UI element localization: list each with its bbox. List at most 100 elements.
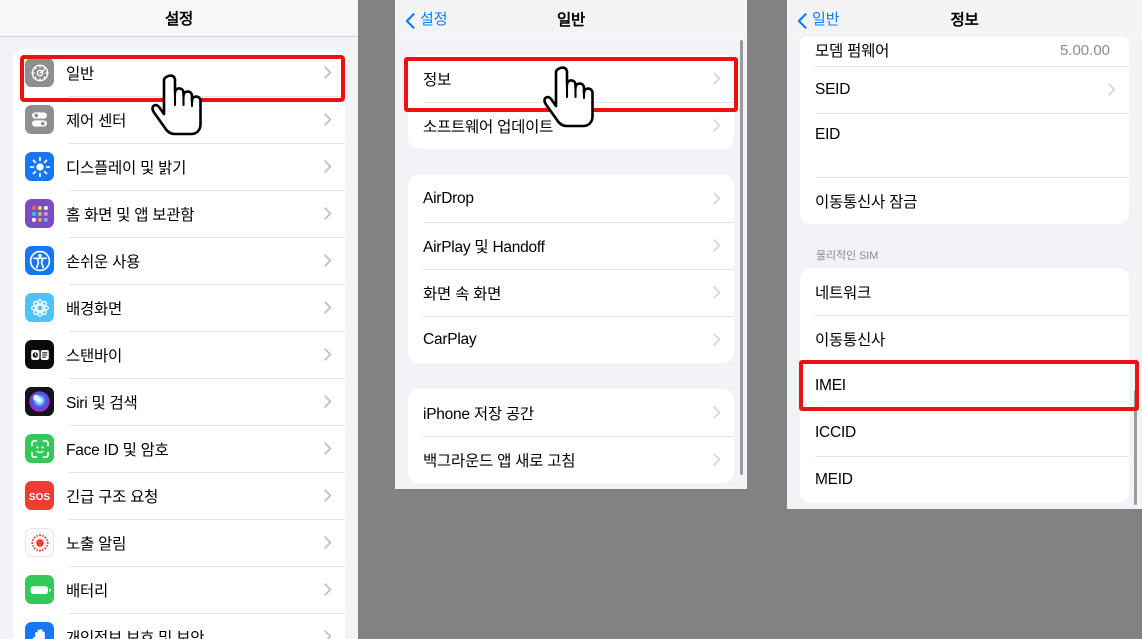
- back-button-general[interactable]: 일반: [797, 8, 840, 29]
- chevron-left-icon: [405, 13, 416, 29]
- about-panel: 모뎀 펌웨어 5.00.00 SEID EID 이동통신사 잠금 물리적인 SI: [787, 0, 1142, 509]
- list-item-airdrop[interactable]: AirDrop: [408, 175, 734, 222]
- list-item-iccid[interactable]: ICCID: [800, 409, 1129, 456]
- list-item-label: EID: [815, 126, 841, 143]
- chevron-right-icon: [324, 395, 332, 408]
- list-item-carrier-lock[interactable]: 이동통신사 잠금: [800, 177, 1129, 224]
- sidebar-item-display-brightness[interactable]: 디스플레이 및 밝기: [13, 143, 345, 190]
- home-screen-icon: [25, 199, 54, 228]
- sidebar-item-label: 홈 화면 및 앱 보관함: [66, 206, 195, 224]
- list-item-label: 정보: [423, 71, 452, 89]
- panel2-scrollbar[interactable]: [740, 40, 743, 475]
- list-item-modem-firmware[interactable]: 모뎀 펌웨어 5.00.00: [800, 34, 1129, 66]
- list-item-label: iPhone 저장 공간: [423, 405, 534, 423]
- exposure-notification-icon: [25, 528, 54, 557]
- panel1-scroll-area[interactable]: 일반 제어 센터 디스플레이 및 밝기 홈 화면 및 앱 보관함 손쉬운 사용 …: [0, 37, 358, 639]
- settings-panel: 설정 일반 제어 센터 디스플레이 및 밝기 홈 화면 및 앱 보관함 손쉬운 …: [0, 0, 358, 639]
- general-group-sharing: AirDrop AirPlay 및 Handoff 화면 속 화면 CarPla…: [408, 175, 734, 363]
- list-item-label: 이동통신사: [815, 331, 886, 349]
- list-item-seid[interactable]: SEID: [800, 66, 1129, 113]
- list-item-label: AirDrop: [423, 189, 474, 207]
- gear-icon: [25, 58, 54, 87]
- sidebar-item-face-id[interactable]: Face ID 및 암호: [13, 425, 345, 472]
- panel2-scroll-area[interactable]: 정보 소프트웨어 업데이트 AirDrop AirPlay 및 Handoff …: [395, 37, 747, 489]
- back-button-label: 일반: [812, 11, 840, 28]
- sidebar-item-privacy-security[interactable]: 개인정보 보호 및 보안: [13, 613, 345, 639]
- standby-icon: [25, 340, 54, 369]
- chevron-right-icon: [324, 583, 332, 596]
- list-item-about[interactable]: 정보: [408, 55, 734, 102]
- sidebar-item-control-center[interactable]: 제어 센터: [13, 96, 345, 143]
- sos-icon: SOS: [25, 481, 54, 510]
- chevron-right-icon: [713, 72, 721, 85]
- list-item-label: 소프트웨어 업데이트: [423, 118, 554, 136]
- chevron-right-icon: [324, 113, 332, 126]
- sidebar-item-standby[interactable]: 스탠바이: [13, 331, 345, 378]
- about-group-identifiers: 모뎀 펌웨어 5.00.00 SEID EID 이동통신사 잠금: [800, 34, 1129, 224]
- list-item-label: 이동통신사 잠금: [815, 193, 918, 211]
- list-item-meid[interactable]: MEID: [800, 456, 1129, 503]
- sidebar-item-label: 디스플레이 및 밝기: [66, 159, 187, 177]
- list-item-background-app-refresh[interactable]: 백그라운드 앱 새로 고침: [408, 436, 734, 483]
- list-item-eid[interactable]: EID: [800, 113, 1129, 177]
- wallpaper-icon: [25, 293, 54, 322]
- sidebar-item-label: 일반: [66, 65, 95, 83]
- panel3-navbar: 일반 정보: [787, 0, 1142, 37]
- sidebar-item-label: Siri 및 검색: [66, 394, 138, 412]
- panel3-title: 정보: [950, 11, 979, 29]
- sidebar-item-label: 배경화면: [66, 300, 123, 318]
- chevron-right-icon: [324, 301, 332, 314]
- accessibility-icon: [25, 246, 54, 275]
- sidebar-item-battery[interactable]: 배터리: [13, 566, 345, 613]
- sidebar-item-exposure-notifications[interactable]: 노출 알림: [13, 519, 345, 566]
- list-item-picture-in-picture[interactable]: 화면 속 화면: [408, 269, 734, 316]
- settings-list-group: 일반 제어 센터 디스플레이 및 밝기 홈 화면 및 앱 보관함 손쉬운 사용 …: [13, 49, 345, 639]
- section-header-physical-sim: 물리적인 SIM: [816, 250, 879, 262]
- panel3-scrollbar[interactable]: [1134, 390, 1137, 505]
- list-item-label: 화면 속 화면: [423, 285, 502, 303]
- general-group-storage: iPhone 저장 공간 백그라운드 앱 새로 고침: [408, 389, 734, 483]
- sidebar-item-siri-search[interactable]: Siri 및 검색: [13, 378, 345, 425]
- list-item-imei[interactable]: IMEI: [800, 362, 1129, 409]
- sidebar-item-label: 스탠바이: [66, 347, 123, 365]
- sidebar-item-wallpaper[interactable]: 배경화면: [13, 284, 345, 331]
- privacy-hand-icon: [25, 622, 54, 639]
- chevron-right-icon: [324, 442, 332, 455]
- panel2-navbar: 설정 일반: [395, 0, 747, 37]
- sidebar-item-general[interactable]: 일반: [13, 49, 345, 96]
- list-item-label: SEID: [815, 80, 851, 98]
- sidebar-item-home-screen[interactable]: 홈 화면 및 앱 보관함: [13, 190, 345, 237]
- back-button-settings[interactable]: 설정: [405, 8, 448, 29]
- list-item-airplay-handoff[interactable]: AirPlay 및 Handoff: [408, 222, 734, 269]
- chevron-right-icon: [713, 119, 721, 132]
- general-group-about: 정보 소프트웨어 업데이트: [408, 55, 734, 149]
- chevron-right-icon: [324, 160, 332, 173]
- panel1-navbar: 설정: [0, 0, 358, 37]
- brightness-icon: [25, 152, 54, 181]
- sidebar-item-label: 제어 센터: [66, 112, 127, 130]
- sidebar-item-label: 손쉬운 사용: [66, 253, 141, 271]
- panel1-title: 설정: [164, 11, 194, 28]
- faceid-icon: [25, 434, 54, 463]
- sidebar-item-label: 배터리: [66, 582, 109, 600]
- chevron-right-icon: [324, 536, 332, 549]
- panel3-scroll-area[interactable]: 모뎀 펌웨어 5.00.00 SEID EID 이동통신사 잠금 물리적인 SI: [787, 0, 1142, 509]
- chevron-right-icon: [713, 192, 721, 205]
- about-group-physical-sim: 네트워크 이동통신사 IMEI ICCID MEID: [800, 268, 1129, 503]
- sidebar-item-accessibility[interactable]: 손쉬운 사용: [13, 237, 345, 284]
- chevron-right-icon: [324, 207, 332, 220]
- chevron-right-icon: [713, 286, 721, 299]
- list-item-carplay[interactable]: CarPlay: [408, 316, 734, 363]
- siri-icon: [25, 387, 54, 416]
- list-item-carrier[interactable]: 이동통신사: [800, 315, 1129, 362]
- list-item-network[interactable]: 네트워크: [800, 268, 1129, 315]
- sidebar-item-emergency-sos[interactable]: SOS 긴급 구조 요청: [13, 472, 345, 519]
- list-item-software-update[interactable]: 소프트웨어 업데이트: [408, 102, 734, 149]
- chevron-right-icon: [324, 348, 332, 361]
- sidebar-item-label: 긴급 구조 요청: [66, 488, 159, 506]
- list-item-iphone-storage[interactable]: iPhone 저장 공간: [408, 389, 734, 436]
- battery-icon: [25, 575, 54, 604]
- list-item-label: 백그라운드 앱 새로 고침: [423, 452, 576, 470]
- panel2-title: 일반: [556, 11, 586, 29]
- list-item-value: 5.00.00: [1059, 41, 1110, 59]
